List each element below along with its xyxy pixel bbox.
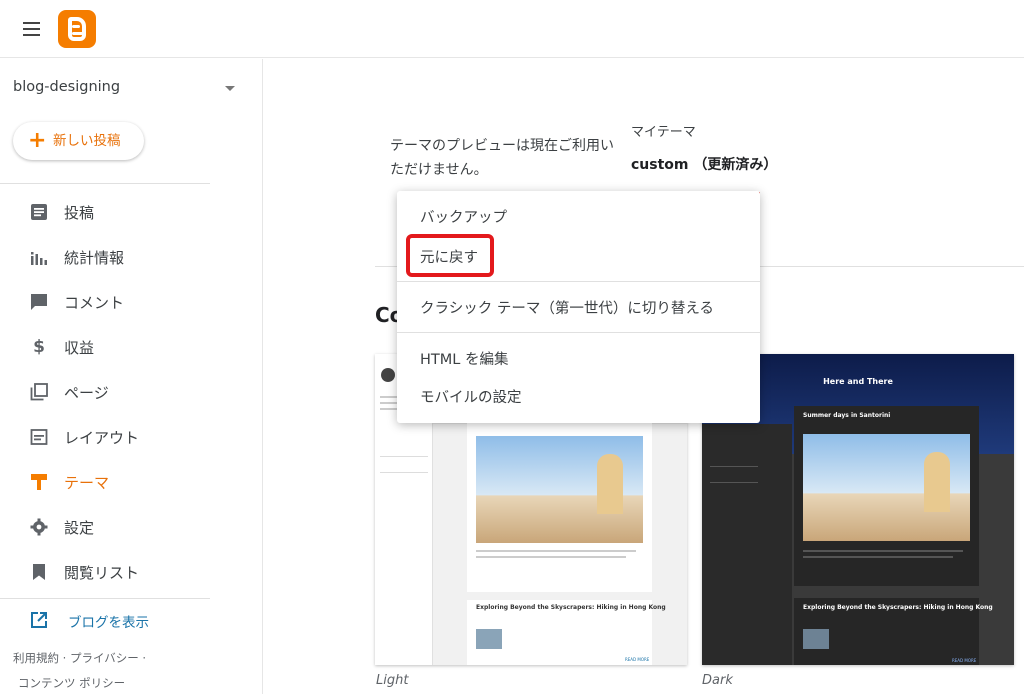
menu-item-edit-html[interactable]: HTML を編集 xyxy=(397,340,760,376)
sidebar-divider xyxy=(0,183,210,184)
new-post-button[interactable]: + 新しい投稿 xyxy=(13,122,144,160)
sidebar-item-layout[interactable]: レイアウト xyxy=(0,415,262,460)
blog-selector[interactable]: blog-designing xyxy=(13,79,243,101)
sidebar-item-label: 設定 xyxy=(64,519,95,537)
layout-icon xyxy=(30,429,48,445)
dark-preview-post-title-2: Exploring Beyond the Skyscrapers: Hiking… xyxy=(803,604,993,611)
menu-item-label: HTML を編集 xyxy=(420,352,509,368)
sidebar-item-comments[interactable]: コメント xyxy=(0,280,262,325)
menu-item-switch-classic[interactable]: クラシック テーマ（第一世代）に切り替える xyxy=(397,289,760,325)
blogger-logo-icon[interactable] xyxy=(58,10,96,48)
sidebar: blog-designing + 新しい投稿 投稿 統計情報 コメント $ 収益 xyxy=(0,59,263,694)
sidebar-item-pages[interactable]: ページ xyxy=(0,370,262,415)
menu-item-label: モバイルの設定 xyxy=(420,390,522,406)
light-preview-post-title: Exploring Beyond the Skyscrapers: Hiking… xyxy=(476,604,666,611)
sidebar-item-posts[interactable]: 投稿 xyxy=(0,190,262,235)
light-preview-read-more: READ MORE xyxy=(625,657,650,662)
pages-icon xyxy=(30,383,48,401)
sidebar-item-label: レイアウト xyxy=(64,429,140,447)
dropdown-caret-icon xyxy=(225,86,235,91)
sidebar-item-settings[interactable]: 設定 xyxy=(0,505,262,550)
gear-icon xyxy=(30,518,48,536)
sidebar-item-label: 統計情報 xyxy=(64,249,125,267)
current-theme-name: custom （更新済み） xyxy=(631,157,778,173)
comment-icon xyxy=(31,294,47,310)
dollar-icon: $ xyxy=(33,337,45,357)
menu-separator xyxy=(397,281,760,282)
hamburger-menu-icon[interactable] xyxy=(20,17,44,41)
sidebar-item-label: 閲覧リスト xyxy=(64,564,140,582)
sidebar-item-stats[interactable]: 統計情報 xyxy=(0,235,262,280)
highlight-box xyxy=(406,234,494,277)
preview-unavailable-message: テーマのプレビューは現在ご利用いただけません。 xyxy=(390,138,614,178)
top-bar xyxy=(0,0,1024,58)
posts-icon xyxy=(31,204,47,220)
sidebar-item-theme[interactable]: テーマ xyxy=(0,460,262,505)
sidebar-item-label: テーマ xyxy=(64,474,110,492)
theme-caption-dark: Dark xyxy=(702,673,733,688)
menu-separator xyxy=(397,332,760,333)
sidebar-divider xyxy=(0,598,210,599)
dark-preview-read-more: READ MORE xyxy=(952,658,977,663)
menu-item-label: バックアップ xyxy=(420,210,507,226)
sidebar-item-reading-list[interactable]: 閲覧リスト xyxy=(0,550,262,595)
new-post-label: 新しい投稿 xyxy=(53,133,121,149)
my-theme-label: マイテーマ xyxy=(631,125,696,140)
sidebar-item-earnings[interactable]: $ 収益 xyxy=(0,325,262,370)
menu-item-mobile-settings[interactable]: モバイルの設定 xyxy=(397,378,760,414)
bookmark-icon xyxy=(33,564,45,580)
plus-icon: + xyxy=(28,128,47,153)
blog-name: blog-designing xyxy=(13,79,121,95)
view-blog-link[interactable]: ブログを表示 xyxy=(0,607,262,635)
theme-caption-light: Light xyxy=(376,673,409,688)
sidebar-item-label: ページ xyxy=(64,384,109,402)
content-policy-link[interactable]: コンテンツ ポリシー xyxy=(18,675,125,691)
stats-icon xyxy=(31,252,47,265)
theme-options-menu: バックアップ 元に戻す クラシック テーマ（第一世代）に切り替える HTML を… xyxy=(397,191,760,423)
external-link-icon xyxy=(31,612,47,628)
sidebar-item-label: 収益 xyxy=(64,339,95,357)
theme-paint-roller-icon xyxy=(31,474,47,490)
menu-item-backup[interactable]: バックアップ xyxy=(397,198,760,234)
footer-links[interactable]: 利用規約 · プライバシー · xyxy=(13,650,146,666)
dark-preview-post-title: Summer days in Santorini xyxy=(803,412,891,419)
menu-item-label: クラシック テーマ（第一世代）に切り替える xyxy=(420,301,714,317)
sidebar-item-label: コメント xyxy=(64,294,125,312)
sidebar-item-label: 投稿 xyxy=(64,204,95,222)
view-blog-label: ブログを表示 xyxy=(68,615,149,631)
